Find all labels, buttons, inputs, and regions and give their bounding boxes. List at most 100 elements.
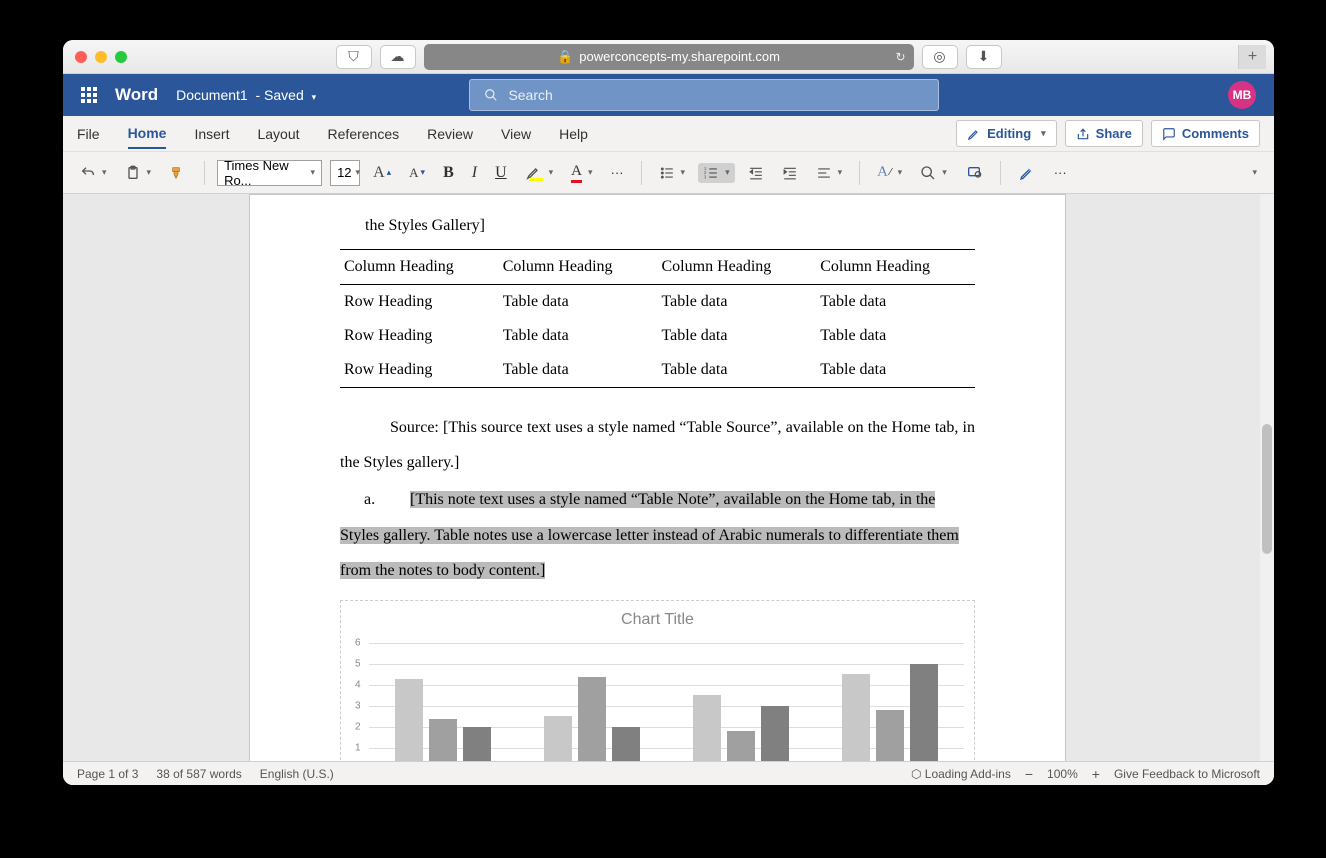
bold-button[interactable]: B: [438, 161, 459, 185]
find-button[interactable]: ▾: [915, 162, 952, 184]
tab-layout[interactable]: Layout: [257, 120, 299, 148]
chart-bar[interactable]: [842, 674, 870, 761]
chart-plot: 0123456: [369, 643, 964, 761]
shrink-font-button[interactable]: A▾: [404, 162, 430, 184]
chart-bar[interactable]: [612, 727, 640, 761]
status-words[interactable]: 38 of 587 words: [156, 767, 241, 781]
bullets-button[interactable]: ▾: [654, 163, 691, 183]
chart-title: Chart Title: [341, 611, 974, 629]
italic-button[interactable]: I: [467, 161, 482, 185]
reload-icon[interactable]: ↻: [895, 50, 905, 64]
reader-icon[interactable]: ◎: [922, 45, 958, 69]
table-row[interactable]: Row HeadingTable dataTable dataTable dat…: [340, 353, 975, 388]
column-heading[interactable]: Column Heading: [340, 250, 499, 285]
chart-bar[interactable]: [693, 695, 721, 761]
home-toolbar: ▾ ▾ Times New Ro...▾ 12▾ A▴ A▾ B I U ▾ A…: [63, 152, 1274, 194]
word-header: Word Document1 - Saved ▾ Search MB: [63, 74, 1274, 116]
tab-review[interactable]: Review: [427, 120, 473, 148]
document-area[interactable]: the Styles Gallery] Column HeadingColumn…: [63, 194, 1260, 761]
chart-bar[interactable]: [727, 731, 755, 761]
comments-button[interactable]: Comments: [1151, 120, 1260, 147]
app-name[interactable]: Word: [115, 85, 158, 105]
ribbon-tabs: File Home Insert Layout References Revie…: [63, 116, 1274, 152]
table-source-text: Source: [This source text uses a style n…: [340, 410, 975, 480]
document-page[interactable]: the Styles Gallery] Column HeadingColumn…: [249, 194, 1066, 761]
document-name[interactable]: Document1 - Saved ▾: [176, 87, 316, 103]
cloud-icon[interactable]: ☁: [380, 45, 416, 69]
decrease-indent-button[interactable]: [743, 163, 769, 183]
dictate-button[interactable]: [960, 162, 988, 184]
app-launcher-icon[interactable]: [81, 87, 97, 103]
numbering-button[interactable]: 123▾: [698, 163, 735, 183]
privacy-icon[interactable]: ⛉: [336, 45, 372, 69]
scrollbar-thumb[interactable]: [1262, 424, 1272, 554]
zoom-in-button[interactable]: +: [1092, 766, 1100, 782]
align-button[interactable]: ▾: [811, 163, 848, 183]
tab-file[interactable]: File: [77, 120, 100, 148]
vertical-scrollbar[interactable]: [1260, 194, 1274, 761]
tab-help[interactable]: Help: [559, 120, 588, 148]
avatar[interactable]: MB: [1228, 81, 1256, 109]
table-row[interactable]: Row HeadingTable dataTable dataTable dat…: [340, 319, 975, 353]
tab-home[interactable]: Home: [128, 119, 167, 149]
font-size-select[interactable]: 12▾: [330, 160, 360, 186]
tab-insert[interactable]: Insert: [194, 120, 229, 148]
undo-button[interactable]: ▾: [75, 162, 112, 184]
chart-bar[interactable]: [544, 716, 572, 761]
paste-button[interactable]: ▾: [120, 161, 157, 185]
column-heading[interactable]: Column Heading: [499, 250, 658, 285]
highlight-button[interactable]: ▾: [520, 161, 559, 184]
chart-bar[interactable]: [578, 677, 606, 761]
minimize-window[interactable]: [95, 51, 107, 63]
close-window[interactable]: [75, 51, 87, 63]
more-commands-button[interactable]: ···: [1049, 162, 1072, 183]
styles-button[interactable]: A⁄▾: [872, 161, 907, 184]
zoom-out-button[interactable]: −: [1025, 766, 1033, 782]
feedback-link[interactable]: Give Feedback to Microsoft: [1114, 767, 1260, 781]
table-row[interactable]: Row HeadingTable dataTable dataTable dat…: [340, 285, 975, 320]
chart-bar[interactable]: [910, 664, 938, 761]
status-addins: ⬡ Loading Add-ins: [911, 767, 1011, 781]
more-font-button[interactable]: ···: [606, 162, 629, 183]
increase-indent-button[interactable]: [777, 163, 803, 183]
chart-bar[interactable]: [463, 727, 491, 761]
grow-font-button[interactable]: A▴: [368, 161, 396, 185]
format-painter-button[interactable]: [164, 162, 192, 184]
share-icon: [1076, 127, 1090, 141]
chart-bar[interactable]: [761, 706, 789, 761]
font-color-button[interactable]: A▾: [566, 160, 597, 186]
maximize-window[interactable]: [115, 51, 127, 63]
lock-icon: 🔒: [557, 49, 573, 65]
pencil-icon: [967, 127, 981, 141]
chart-bar[interactable]: [876, 710, 904, 761]
chart-bar[interactable]: [395, 679, 423, 761]
font-family-select[interactable]: Times New Ro...▾: [217, 160, 322, 186]
column-heading[interactable]: Column Heading: [816, 250, 975, 285]
styles-gallery-text: the Styles Gallery]: [365, 217, 975, 235]
chart-object[interactable]: Chart Title 0123456: [340, 600, 975, 761]
share-button[interactable]: Share: [1065, 120, 1143, 147]
url-bar[interactable]: 🔒 powerconcepts-my.sharepoint.com ↻: [424, 44, 914, 70]
zoom-level[interactable]: 100%: [1047, 767, 1078, 781]
search-input[interactable]: Search: [469, 79, 939, 111]
ribbon-collapse-button[interactable]: ▾: [1243, 164, 1262, 181]
status-language[interactable]: English (U.S.): [260, 767, 334, 781]
chart-bar[interactable]: [429, 719, 457, 761]
mac-titlebar: ⛉ ☁ 🔒 powerconcepts-my.sharepoint.com ↻ …: [63, 40, 1274, 74]
downloads-icon[interactable]: ⬇: [966, 45, 1002, 69]
underline-button[interactable]: U: [490, 161, 512, 185]
window-controls: [75, 51, 127, 63]
tab-view[interactable]: View: [501, 120, 531, 148]
column-heading[interactable]: Column Heading: [658, 250, 817, 285]
new-tab-button[interactable]: +: [1238, 45, 1266, 69]
document-table[interactable]: Column HeadingColumn HeadingColumn Headi…: [340, 249, 975, 388]
editing-mode-button[interactable]: Editing▾: [956, 120, 1057, 147]
search-icon: [484, 88, 498, 102]
status-page[interactable]: Page 1 of 3: [77, 767, 138, 781]
mac-window: ⛉ ☁ 🔒 powerconcepts-my.sharepoint.com ↻ …: [63, 40, 1274, 785]
svg-text:3: 3: [704, 174, 707, 179]
editor-button[interactable]: [1013, 162, 1041, 184]
table-note-text: a.[This note text uses a style named “Ta…: [340, 482, 975, 588]
tab-references[interactable]: References: [328, 120, 400, 148]
status-bar: Page 1 of 3 38 of 587 words English (U.S…: [63, 761, 1274, 785]
